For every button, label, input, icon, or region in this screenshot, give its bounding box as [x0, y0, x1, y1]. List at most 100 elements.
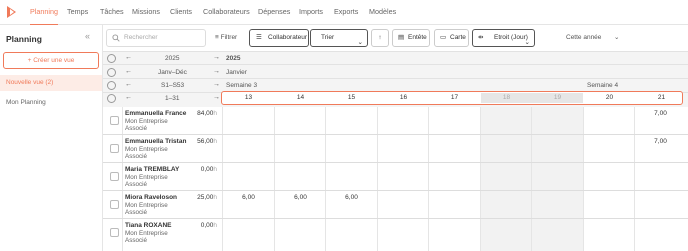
nav-imports[interactable]: Imports — [299, 0, 323, 25]
day-prev-arrow-icon[interactable]: ← — [125, 94, 132, 101]
nav-taches[interactable]: Tâches — [100, 0, 124, 25]
group-label: Collaborateur — [268, 34, 308, 41]
week-4-label: Semaine 4 — [587, 82, 619, 89]
row-checkbox[interactable] — [110, 228, 119, 237]
nav-exports[interactable]: Exports — [334, 0, 358, 25]
app-logo-icon[interactable] — [5, 5, 19, 19]
column-width-icon: ⇹ — [478, 34, 484, 41]
year-range-label: 2025 — [165, 55, 180, 62]
day-15[interactable]: 15 — [326, 93, 377, 103]
month-range-label: Janv–Déc — [158, 69, 187, 76]
month-prev-arrow-icon[interactable]: ← — [125, 68, 132, 75]
chevron-down-icon: ⌄ — [357, 39, 363, 46]
sort-direction-button[interactable]: ↑ — [371, 29, 389, 47]
nav-clients[interactable]: Clients — [170, 0, 192, 25]
collapse-sidebar-icon[interactable]: « — [85, 31, 90, 41]
year-next-arrow-icon[interactable]: → — [213, 54, 220, 61]
day-21[interactable]: 21 — [636, 93, 687, 103]
employee-name: Emmanuella Tristan — [125, 138, 187, 145]
employee-total: 84,00h — [197, 110, 217, 117]
nav-planning[interactable]: Planning — [30, 0, 58, 25]
day-18[interactable]: 18 — [481, 93, 532, 103]
employee-role: Associé — [125, 125, 148, 132]
table-row[interactable]: Tiana ROXANE Mon Entreprise Associé 0,00… — [103, 219, 688, 247]
employee-company: Mon Entreprise — [125, 118, 168, 125]
cell-value[interactable]: 6,00 — [275, 194, 326, 201]
day-17[interactable]: 17 — [429, 93, 480, 103]
employee-role: Associé — [125, 237, 148, 244]
employee-name: Miora Raveloson — [125, 194, 178, 201]
table-row[interactable]: Maria TREMBLAY Mon Entreprise Associé 0,… — [103, 163, 688, 191]
employee-company: Mon Entreprise — [125, 230, 168, 237]
table-row[interactable]: Miora Raveloson Mon Entreprise Associé 2… — [103, 191, 688, 219]
chevron-down-icon: ⌄ — [524, 39, 530, 46]
nav-modeles[interactable]: Modèles — [369, 0, 396, 25]
filter-label: Filtrer — [220, 34, 238, 41]
day-20[interactable]: 20 — [584, 93, 635, 103]
month-lock-icon[interactable] — [107, 68, 116, 77]
search-placeholder: Rechercher — [124, 34, 158, 41]
year-lock-icon[interactable] — [107, 54, 116, 63]
table-row[interactable]: Emmanuella Tristan Mon Entreprise Associ… — [103, 135, 688, 163]
week-prev-arrow-icon[interactable]: ← — [125, 81, 132, 88]
employee-role: Associé — [125, 181, 148, 188]
top-navigation: Planning Temps Tâches Missions Clients C… — [0, 0, 688, 25]
header-divider — [103, 78, 688, 79]
header-label: Entête — [408, 34, 427, 41]
filter-icon: ≡ — [215, 34, 219, 41]
employee-role: Associé — [125, 153, 148, 160]
sidebar: Planning « + Créer une vue Nouvelle vue … — [0, 25, 103, 251]
week-lock-icon[interactable] — [107, 81, 116, 90]
sort-select[interactable]: Trier ⌄ — [310, 29, 368, 47]
year-prev-arrow-icon[interactable]: ← — [125, 54, 132, 61]
search-input[interactable]: Rechercher — [106, 29, 206, 47]
period-select[interactable]: Cette année ⌄ — [566, 29, 626, 47]
cell-value[interactable]: 7,00 — [635, 138, 686, 145]
sidebar-view-my-planning[interactable]: Mon Planning — [0, 95, 102, 111]
employee-company: Mon Entreprise — [125, 202, 168, 209]
filter-button[interactable]: ≡ Filtrer — [215, 29, 237, 47]
employee-company: Mon Entreprise — [125, 174, 168, 181]
row-checkbox[interactable] — [110, 144, 119, 153]
cell-value[interactable]: 6,00 — [223, 194, 274, 201]
header-toggle-button[interactable]: ▤ Entête — [392, 29, 430, 47]
employee-company: Mon Entreprise — [125, 146, 168, 153]
table-row[interactable]: Emmanuella France Mon Entreprise Associé… — [103, 107, 688, 135]
employee-name: Tiana ROXANE — [125, 222, 172, 229]
employee-total: 0,00h — [200, 222, 217, 229]
day-next-arrow-icon[interactable]: → — [213, 94, 220, 101]
cell-value[interactable]: 7,00 — [635, 110, 686, 117]
row-checkbox[interactable] — [110, 172, 119, 181]
card-toggle-button[interactable]: ▭ Carte — [434, 29, 469, 47]
day-lock-icon[interactable] — [107, 94, 116, 103]
week-next-arrow-icon[interactable]: → — [213, 81, 220, 88]
month-next-arrow-icon[interactable]: → — [213, 68, 220, 75]
week-range-label: S1–S53 — [161, 82, 185, 89]
group-by-button[interactable]: ☰ Collaborateur — [249, 29, 309, 47]
day-13[interactable]: 13 — [223, 93, 274, 103]
chevron-down-icon: ⌄ — [614, 34, 620, 41]
header-divider — [103, 51, 688, 52]
card-icon: ▭ — [440, 34, 447, 41]
employee-name: Maria TREMBLAY — [125, 166, 180, 173]
day-16[interactable]: 16 — [378, 93, 429, 103]
day-19[interactable]: 19 — [532, 93, 583, 103]
sidebar-title: Planning — [6, 34, 42, 44]
row-checkbox[interactable] — [110, 200, 119, 209]
sidebar-view-new[interactable]: Nouvelle vue (2) — [0, 75, 102, 91]
nav-missions[interactable]: Missions — [132, 0, 160, 25]
year-value: 2025 — [226, 55, 241, 62]
density-select[interactable]: ⇹ Etroit (Jour) ⌄ — [472, 29, 535, 47]
nav-depenses[interactable]: Dépenses — [258, 0, 290, 25]
nav-temps[interactable]: Temps — [67, 0, 88, 25]
day-14[interactable]: 14 — [275, 93, 326, 103]
day-range-label: 1–31 — [165, 95, 180, 102]
week-3-label: Semaine 3 — [226, 82, 258, 89]
density-label: Etroit (Jour) — [494, 34, 528, 41]
create-view-button[interactable]: + Créer une vue — [3, 52, 99, 69]
row-checkbox[interactable] — [110, 116, 119, 125]
nav-collaborateurs[interactable]: Collaborateurs — [203, 0, 250, 25]
employee-total: 56,00h — [197, 138, 217, 145]
cell-value[interactable]: 6,00 — [326, 194, 377, 201]
employee-total: 0,00h — [200, 166, 217, 173]
